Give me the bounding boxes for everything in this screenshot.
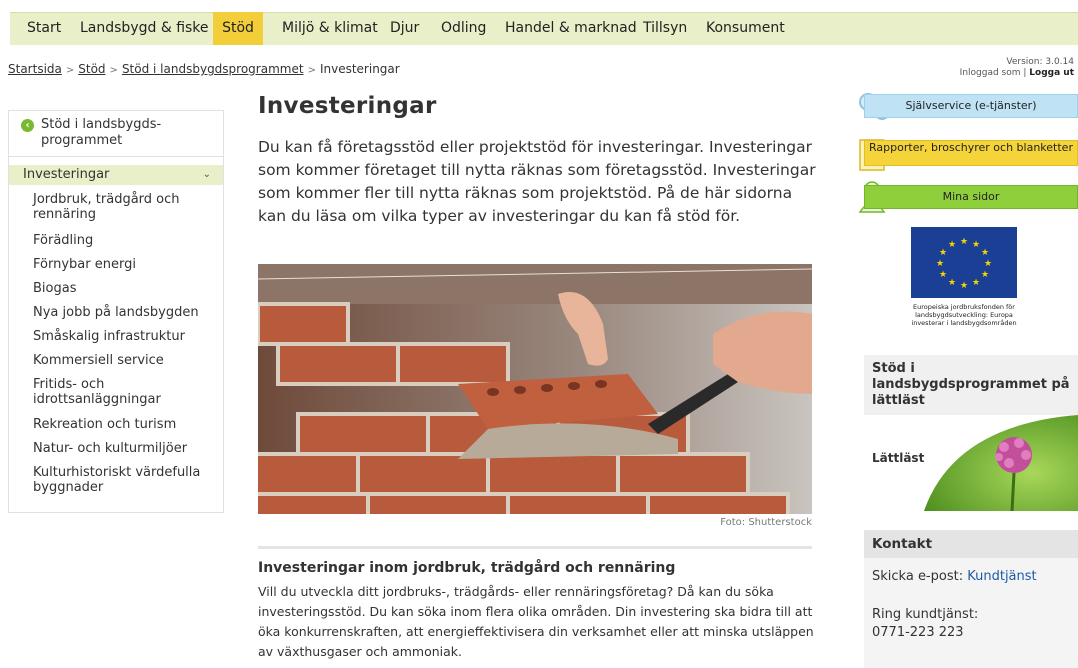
top-navigation: Start Landsbygd & fiske Stöd Miljö & kli… xyxy=(0,0,1078,46)
sidebar-item-nya-jobb[interactable]: Nya jobb på landsbygden xyxy=(33,305,219,320)
svg-text:★: ★ xyxy=(960,237,968,247)
bricklaying-photo xyxy=(258,264,812,514)
nav-item-stod[interactable]: Stöd xyxy=(213,12,263,45)
svg-text:★: ★ xyxy=(936,259,944,269)
svg-text:★: ★ xyxy=(984,259,992,269)
breadcrumb: Startsida > Stöd > Stöd i landsbygdsprogramm… xyxy=(8,62,400,76)
section-heading: Investeringar inom jordbruk, trädgård oc… xyxy=(258,560,676,576)
session-info: Version: 3.0.14 Inloggad som | Logga ut xyxy=(959,57,1074,78)
svg-text:★: ★ xyxy=(939,270,947,280)
svg-text:★: ★ xyxy=(948,278,956,288)
chevron-down-icon[interactable]: ⌄ xyxy=(203,165,211,185)
sidebar-item-foradling[interactable]: Förädling xyxy=(33,233,219,248)
breadcrumb-separator: > xyxy=(307,65,316,76)
nav-item-djur[interactable]: Djur xyxy=(390,12,419,45)
email-link[interactable]: Kundtjänst xyxy=(967,569,1036,584)
version-label: Version: 3.0.14 xyxy=(1006,57,1074,67)
lead-paragraph: Du kan få företagsstöd eller projektstöd… xyxy=(258,138,816,225)
contact-box: Kontakt Skicka e-post: Kundtjänst Ring k… xyxy=(864,530,1078,668)
nav-item-konsument[interactable]: Konsument xyxy=(706,12,785,45)
sidebar-item-biogas[interactable]: Biogas xyxy=(33,281,219,296)
sidebar-item-kommersiell-service[interactable]: Kommersiell service xyxy=(33,353,219,368)
sidebar-item-fritids[interactable]: Fritids- och idrottsanläggningar xyxy=(33,377,219,407)
nav-item-odling[interactable]: Odling xyxy=(441,12,486,45)
svg-text:★: ★ xyxy=(981,248,989,258)
breadcrumb-separator: > xyxy=(109,65,118,76)
back-arrow-icon: ‹ xyxy=(21,119,34,132)
lattlast-title[interactable]: Stöd i landsbygdsprogrammet på lättläst xyxy=(872,361,1078,409)
sidebar-item-fornybar-energi[interactable]: Förnybar energi xyxy=(33,257,219,272)
breadcrumb-landsbygdsprogrammet[interactable]: Stöd i landsbygdsprogrammet xyxy=(122,62,304,76)
breadcrumb-stod[interactable]: Stöd xyxy=(78,62,105,76)
sidebar-active-label: Investeringar xyxy=(23,167,110,182)
sidebar-item-kulturhistoriskt[interactable]: Kulturhistoriskt värdefulla byggnader xyxy=(33,465,219,495)
sidebar-item-rekreation[interactable]: Rekreation och turism xyxy=(33,417,219,432)
sidebar-item-natur-kultur[interactable]: Natur- och kulturmiljöer xyxy=(33,441,219,456)
nav-item-landsbygd[interactable]: Landsbygd & fiske xyxy=(80,12,209,45)
eu-logo: ★ ★ ★ ★ ★ ★ ★ ★ ★ ★ ★ ★ Europeiska jordb… xyxy=(910,226,1018,336)
selfservice-button[interactable]: Självservice (e-tjänster) xyxy=(864,94,1078,118)
logout-link[interactable]: Logga ut xyxy=(1029,68,1074,78)
nav-item-handel[interactable]: Handel & marknad xyxy=(505,12,637,45)
lattlast-teaser[interactable]: Stöd i landsbygdsprogrammet på lättläst xyxy=(864,355,1078,511)
contact-heading: Kontakt xyxy=(864,530,1078,558)
section-paragraph: Vill du utveckla ditt jordbruks-, trädgå… xyxy=(258,584,814,659)
section-divider xyxy=(258,546,812,549)
reports-button[interactable]: Rapporter, broschyrer och blanketter xyxy=(864,140,1078,166)
breadcrumb-current: Investeringar xyxy=(319,62,400,76)
contact-email-line: Skicka e-post: Kundtjänst xyxy=(872,568,1037,586)
svg-text:★: ★ xyxy=(981,270,989,280)
phone-label: Ring kundtjänst: xyxy=(872,607,979,622)
eu-flag-icon: ★ ★ ★ ★ ★ ★ ★ ★ ★ ★ ★ ★ xyxy=(911,227,1017,298)
nav-item-miljo[interactable]: Miljö & klimat xyxy=(282,12,378,45)
photo-caption: Foto: Shutterstock xyxy=(720,517,812,528)
breadcrumb-separator: > xyxy=(65,65,75,76)
page-title: Investeringar xyxy=(258,93,437,119)
eu-text: Europeiska jordbruksfonden för landsbygd… xyxy=(911,303,1017,327)
sidebar-parent-label: Stöd i landsbygds-programmet xyxy=(41,117,162,148)
svg-text:★: ★ xyxy=(948,240,956,250)
phone-number: 0771-223 223 xyxy=(872,625,964,640)
svg-text:★: ★ xyxy=(960,281,968,291)
svg-text:★: ★ xyxy=(972,240,980,250)
svg-text:★: ★ xyxy=(939,248,947,258)
svg-text:★: ★ xyxy=(972,278,980,288)
logged-in-label: Inloggad som xyxy=(959,68,1021,78)
nav-item-start[interactable]: Start xyxy=(27,12,61,45)
lattlast-label[interactable]: Lättläst xyxy=(872,451,924,465)
nav-item-tillsyn[interactable]: Tillsyn xyxy=(643,12,687,45)
breadcrumb-startsida[interactable]: Startsida xyxy=(8,62,62,76)
mypages-button[interactable]: Mina sidor xyxy=(864,185,1078,209)
sidebar-item-infrastruktur[interactable]: Småskalig infrastruktur xyxy=(33,329,219,344)
sidebar-item-jordbruk[interactable]: Jordbruk, trädgård och rennäring xyxy=(33,192,219,222)
sidebar-parent-link[interactable]: ‹ Stöd i landsbygds-programmet xyxy=(9,111,223,157)
email-prefix: Skicka e-post: xyxy=(872,569,964,584)
sidebar-item-investeringar[interactable]: Investeringar ⌄ xyxy=(9,165,223,185)
bricklaying-illustration xyxy=(258,264,812,514)
sidebar-navigation: ‹ Stöd i landsbygds-programmet Investeri… xyxy=(8,110,224,513)
